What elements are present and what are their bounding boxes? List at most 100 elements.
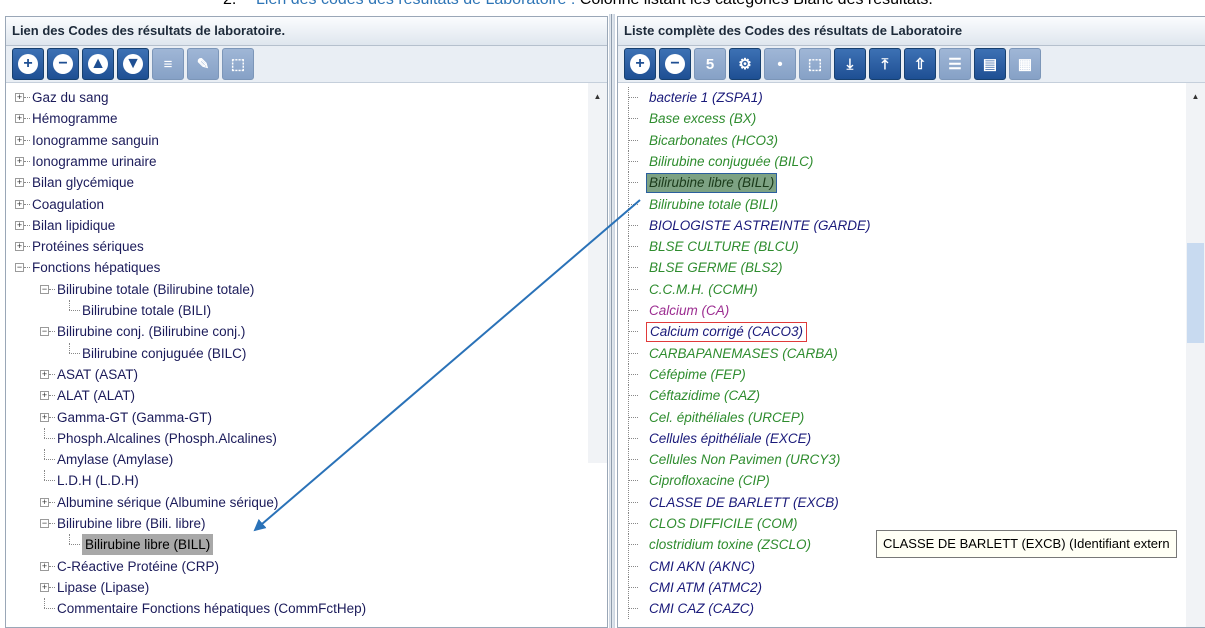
right-vertical-scrollbar[interactable]: ▲ (1186, 83, 1205, 627)
list-item[interactable]: Bilirubine totale (BILI) (618, 193, 1178, 215)
list-item[interactable]: Calcium (CA) (618, 300, 1178, 321)
list-item[interactable]: BLSE CULTURE (BLCU) (618, 236, 1178, 258)
tree-node[interactable]: + Albumine sérique (Albumine sérique) (6, 492, 566, 513)
expand-icon[interactable]: + (15, 199, 24, 209)
expand-icon[interactable]: + (40, 497, 49, 507)
panel-splitter[interactable] (609, 14, 615, 628)
globe-button[interactable]: ⚙ (729, 48, 761, 80)
list-item[interactable]: CARBAPANEMASES (CARBA) (618, 342, 1178, 364)
list-item[interactable]: CMI ATM (ATMC2) (618, 576, 1178, 598)
move-up-button[interactable]: ▲ (82, 48, 114, 80)
list-item[interactable]: Bilirubine conjuguée (BILC) (618, 150, 1178, 172)
collapse-icon[interactable]: − (40, 519, 49, 528)
list-item[interactable]: Ciprofloxacine (CIP) (618, 470, 1178, 492)
tree-node[interactable]: + C-Réactive Protéine (CRP) (6, 556, 566, 577)
expand-icon[interactable]: + (40, 412, 49, 422)
list-item[interactable]: BLSE GERME (BLS2) (618, 257, 1178, 279)
remove-button[interactable]: − (659, 48, 691, 80)
tree-node[interactable]: + Bilan glycémique (6, 172, 566, 193)
select-all-button[interactable]: ⬚ (799, 48, 831, 80)
calculator-button[interactable]: ▤ (974, 48, 1006, 80)
tree-node[interactable]: − Bilirubine totale (Bilirubine totale) (6, 279, 566, 300)
expand-icon[interactable]: + (15, 135, 24, 145)
number-button[interactable]: 5 (694, 48, 726, 80)
expand-icon[interactable]: + (40, 369, 49, 379)
tree-node[interactable]: Phosph.Alcalines (Phosph.Alcalines) (6, 427, 566, 449)
left-vertical-scrollbar[interactable]: ▲ (588, 83, 607, 463)
expand-icon[interactable]: + (40, 391, 49, 401)
list-item[interactable]: Bilirubine libre (BILL) (618, 172, 1178, 194)
expand-icon[interactable]: + (40, 582, 49, 592)
collapse-icon[interactable]: − (40, 284, 49, 294)
export-button[interactable]: ⤒ (869, 48, 901, 80)
tree-node[interactable]: + Lipase (Lipase) (6, 577, 566, 598)
list-item[interactable]: Cellules Non Pavimen (URCY3) (618, 449, 1178, 471)
list-item[interactable]: Base excess (BX) (618, 108, 1178, 130)
tree-label: Gamma-GT (Gamma-GT) (57, 409, 212, 425)
left-panel-title: Lien des Codes des résultats de laborato… (6, 17, 607, 46)
list-item[interactable]: Cellules épithéliale (EXCE) (618, 427, 1178, 449)
grid-button[interactable]: ▦ (1009, 48, 1041, 80)
heading-link[interactable]: Lien des codes des résultats de Laborato… (256, 0, 933, 9)
list-item[interactable]: CMI CAZ (CAZC) (618, 598, 1178, 620)
list-item[interactable]: Bicarbonates (HCO3) (618, 129, 1178, 151)
list-item[interactable]: BIOLOGISTE ASTREINTE (GARDE) (618, 214, 1178, 236)
select-all-icon: ⬚ (807, 56, 823, 73)
list-item[interactable]: CMI AKN (AKNC) (618, 555, 1178, 577)
tree-node[interactable]: + ALAT (ALAT) (6, 385, 566, 406)
item-label: CMI AKN (AKNC) (649, 558, 756, 574)
expand-icon[interactable]: + (40, 561, 49, 571)
tree-node[interactable]: + Gamma-GT (Gamma-GT) (6, 407, 566, 428)
expand-icon[interactable]: + (15, 220, 24, 230)
list-item[interactable]: Céftazidime (CAZ) (618, 385, 1178, 407)
tree-node[interactable]: + Gaz du sang (6, 87, 566, 108)
scroll-up-icon[interactable]: ▲ (1188, 89, 1203, 105)
pin-button[interactable]: • (764, 48, 796, 80)
edit-button[interactable]: ✎ (187, 48, 219, 80)
list-item[interactable]: C.C.M.H. (CCMH) (618, 278, 1178, 300)
tree-node[interactable]: Commentaire Fonctions hépatiques (CommFc… (6, 598, 566, 619)
select-all-button[interactable]: ⬚ (222, 48, 254, 80)
tree-node[interactable]: Bilirubine conjuguée (BILC) (6, 342, 566, 364)
expand-icon[interactable]: + (15, 242, 24, 252)
tree-node[interactable]: + Ionogramme urinaire (6, 151, 566, 172)
upload-button[interactable]: ⇧ (904, 48, 936, 80)
expand-icon[interactable]: + (15, 178, 24, 188)
tree-node[interactable]: − Bilirubine conj. (Bilirubine conj.) (6, 321, 566, 342)
sort-button[interactable]: ≡ (152, 48, 184, 80)
list-icon: ☰ (948, 56, 962, 73)
tree-node[interactable]: − Bilirubine libre (Bili. libre) (6, 513, 566, 534)
expand-icon[interactable]: + (15, 93, 24, 102)
tree-node[interactable]: L.D.H (L.D.H) (6, 470, 566, 491)
item-label: Céftazidime (CAZ) (649, 388, 761, 404)
list-item[interactable]: Céfépime (FEP) (618, 363, 1178, 385)
remove-button[interactable]: − (47, 48, 79, 80)
tree-node[interactable]: + Hémogramme (6, 108, 566, 129)
add-button[interactable]: + (624, 48, 656, 80)
category-tree[interactable]: + Gaz du sang + Hémogramme + Ionogramme sangu… (6, 83, 607, 627)
expand-icon[interactable]: + (15, 156, 24, 166)
tree-node[interactable]: + Coagulation (6, 194, 566, 215)
collapse-icon[interactable]: − (15, 263, 24, 273)
tree-label: Coagulation (32, 196, 105, 212)
tree-node[interactable]: Bilirubine totale (BILI) (6, 300, 566, 321)
move-down-button[interactable]: ▼ (117, 48, 149, 80)
tree-node[interactable]: + Protéines sériques (6, 236, 566, 257)
list-item[interactable]: bacterie 1 (ZSPA1) (618, 87, 1178, 108)
add-button[interactable]: + (12, 48, 44, 80)
scrollbar-thumb[interactable] (1187, 243, 1204, 343)
list-item[interactable]: CLASSE DE BARLETT (EXCB) (618, 491, 1178, 513)
tree-node[interactable]: + Bilan lipidique (6, 215, 566, 236)
expand-icon[interactable]: + (15, 114, 24, 124)
scroll-up-icon[interactable]: ▲ (590, 89, 605, 105)
list-button[interactable]: ☰ (939, 48, 971, 80)
tree-node[interactable]: + Ionogramme sanguin (6, 130, 566, 151)
tree-node[interactable]: + ASAT (ASAT) (6, 364, 566, 385)
import-button[interactable]: ⤓ (834, 48, 866, 80)
list-item[interactable]: Calcium corrigé (CACO3) (618, 321, 1178, 343)
tree-node[interactable]: − Fonctions hépatiques (6, 257, 566, 278)
tree-node[interactable]: Amylase (Amylase) (6, 449, 566, 470)
list-item[interactable]: Cel. épithéliales (URCEP) (618, 406, 1178, 428)
collapse-icon[interactable]: − (40, 327, 49, 337)
tree-node[interactable]: Bilirubine libre (BILL) (6, 534, 566, 556)
